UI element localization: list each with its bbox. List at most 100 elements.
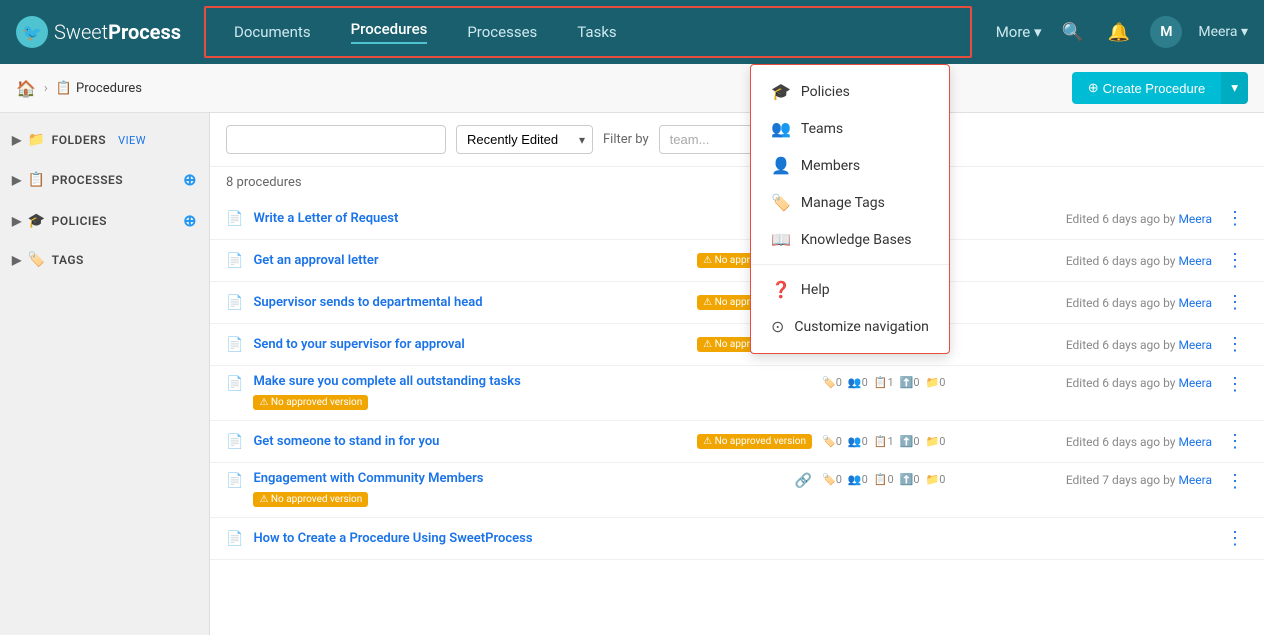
editor-link[interactable]: Meera <box>1178 254 1212 268</box>
teams-count: 👥0 <box>848 435 868 448</box>
proc-more-button[interactable]: ⋮ <box>1222 431 1248 452</box>
teams-count: 👥0 <box>848 376 868 389</box>
tags-count: 🏷️0 <box>822 473 842 486</box>
proc-more-button[interactable]: ⋮ <box>1222 528 1248 549</box>
doc-icon: 📄 <box>226 531 243 547</box>
versions-count: ⬆️0 <box>900 435 920 448</box>
proc-name-row: Write a Letter of Request <box>253 211 812 226</box>
sidebar-item-policies[interactable]: ▶ 🎓 POLICIES ⊕ <box>0 204 209 237</box>
no-approved-badge: ⚠ No approved version <box>253 492 368 507</box>
create-procedure-button[interactable]: ⊕ Create Procedure <box>1072 72 1222 104</box>
proc-name[interactable]: Send to your supervisor for approval <box>253 337 689 352</box>
sidebar-item-folders[interactable]: ▶ 📁 FOLDERS VIEW <box>0 125 209 155</box>
proc-name[interactable]: Supervisor sends to departmental head <box>253 295 689 310</box>
dropdown-knowledge-bases[interactable]: 📖 Knowledge Bases <box>751 221 949 258</box>
logo-area: 🐦 SweetProcess <box>16 16 196 48</box>
proc-more-button[interactable]: ⋮ <box>1222 292 1248 313</box>
proc-edited: Edited 6 days ago by Meera <box>1012 338 1212 352</box>
editor-link[interactable]: Meera <box>1178 473 1212 487</box>
docs-count: 📋0 <box>874 473 894 486</box>
bell-icon[interactable]: 🔔 <box>1104 18 1134 47</box>
sidebar-section-tags: ▶ 🏷️ TAGS <box>0 245 209 275</box>
content-filters: Recently Edited Title A-Z Recently Creat… <box>210 113 1264 167</box>
table-row: 📄 Get an approval letter ⚠ No approved v… <box>210 240 1264 282</box>
nav-items: Documents Procedures Processes Tasks <box>204 6 972 58</box>
dropdown-customize[interactable]: ⊙ Customize navigation <box>751 308 949 345</box>
doc-icon: 📄 <box>226 376 243 392</box>
nav-right: 🔍 🔔 M Meera ▾ <box>1058 16 1249 48</box>
create-procedure-wrapper: ⊕ Create Procedure ▾ <box>1072 72 1248 104</box>
nav-tasks[interactable]: Tasks <box>557 15 636 49</box>
proc-item-content: Engagement with Community Members ⚠ No a… <box>253 471 784 507</box>
logo-text: SweetProcess <box>54 20 181 44</box>
policies-label: POLICIES <box>52 214 107 228</box>
nav-more[interactable]: More ▾ <box>980 15 1058 49</box>
editor-link[interactable]: Meera <box>1178 338 1212 352</box>
proc-name[interactable]: Write a Letter of Request <box>253 211 812 226</box>
main-layout: ▶ 📁 FOLDERS VIEW ▶ 📋 PROCESSES ⊕ ▶ 🎓 POL… <box>0 113 1264 635</box>
processes-icon: 📋 <box>28 172 46 188</box>
proc-name-row: Supervisor sends to departmental head ⚠ … <box>253 295 812 310</box>
dropdown-help[interactable]: ❓ Help <box>751 271 949 308</box>
nav-processes[interactable]: Processes <box>447 15 557 49</box>
folders-count: 📁0 <box>926 435 946 448</box>
proc-name-row: Make sure you complete all outstanding t… <box>253 374 812 389</box>
proc-edited: Edited 6 days ago by Meera <box>1012 254 1212 268</box>
editor-link[interactable]: Meera <box>1178 296 1212 310</box>
proc-name-row: Get an approval letter ⚠ No approved ver… <box>253 253 812 268</box>
nav-documents[interactable]: Documents <box>214 15 331 49</box>
proc-edited: Edited 6 days ago by Meera <box>1012 435 1212 449</box>
processes-add-button[interactable]: ⊕ <box>183 170 197 189</box>
search-icon[interactable]: 🔍 <box>1058 18 1088 47</box>
docs-count: 📋1 <box>874 435 894 448</box>
dropdown-members[interactable]: 👤 Members <box>751 147 949 184</box>
manage-tags-icon: 🏷️ <box>771 193 791 212</box>
proc-more-button[interactable]: ⋮ <box>1222 471 1248 492</box>
breadcrumb: 🏠 › 📋 Procedures ⊕ Create Procedure ▾ <box>0 64 1264 113</box>
tags-count: 🏷️0 <box>822 435 842 448</box>
proc-name[interactable]: Get an approval letter <box>253 253 689 268</box>
proc-name[interactable]: Engagement with Community Members <box>253 471 784 486</box>
sidebar-item-processes[interactable]: ▶ 📋 PROCESSES ⊕ <box>0 163 209 196</box>
create-procedure-dropdown-button[interactable]: ▾ <box>1221 72 1248 104</box>
proc-meta: 🏷️0 👥0 📋1 ⬆️0 📁0 <box>822 435 1002 448</box>
policies-add-button[interactable]: ⊕ <box>183 211 197 230</box>
breadcrumb-home[interactable]: 🏠 <box>16 79 36 98</box>
user-menu[interactable]: Meera ▾ <box>1198 24 1248 40</box>
proc-more-button[interactable]: ⋮ <box>1222 250 1248 271</box>
dropdown-policies[interactable]: 🎓 Policies <box>751 73 949 110</box>
tags-chevron-icon: ▶ <box>12 253 22 267</box>
folders-view-label[interactable]: VIEW <box>118 134 146 147</box>
sidebar-section-policies: ▶ 🎓 POLICIES ⊕ <box>0 204 209 237</box>
proc-name-row: How to Create a Procedure Using SweetPro… <box>253 531 812 546</box>
more-dropdown: 🎓 Policies 👥 Teams 👤 Members 🏷️ Manage T… <box>750 64 950 354</box>
proc-more-button[interactable]: ⋮ <box>1222 208 1248 229</box>
logo-light: Sweet <box>54 20 108 44</box>
table-row: 📄 How to Create a Procedure Using SweetP… <box>210 518 1264 560</box>
editor-link[interactable]: Meera <box>1178 435 1212 449</box>
dropdown-manage-tags[interactable]: 🏷️ Manage Tags <box>751 184 949 221</box>
proc-name[interactable]: How to Create a Procedure Using SweetPro… <box>253 531 812 546</box>
search-input[interactable] <box>226 125 446 154</box>
no-approved-badge: ⚠ No approved version <box>253 395 368 410</box>
proc-name-row: Engagement with Community Members <box>253 471 784 486</box>
dropdown-teams[interactable]: 👥 Teams <box>751 110 949 147</box>
table-row: 📄 Get someone to stand in for you ⚠ No a… <box>210 421 1264 463</box>
sidebar-item-tags[interactable]: ▶ 🏷️ TAGS <box>0 245 209 275</box>
proc-edited: Edited 7 days ago by Meera <box>1012 473 1212 487</box>
proc-item-content: Get someone to stand in for you ⚠ No app… <box>253 434 812 449</box>
editor-link[interactable]: Meera <box>1178 212 1212 226</box>
proc-item-content: Supervisor sends to departmental head ⚠ … <box>253 295 812 310</box>
proc-name[interactable]: Get someone to stand in for you <box>253 434 689 449</box>
proc-more-button[interactable]: ⋮ <box>1222 334 1248 355</box>
proc-name[interactable]: Make sure you complete all outstanding t… <box>253 374 812 389</box>
proc-more-button[interactable]: ⋮ <box>1222 374 1248 395</box>
link-icon: 🔗 <box>795 473 812 489</box>
nav-procedures[interactable]: Procedures <box>331 12 448 52</box>
procedures-list: 📄 Write a Letter of Request Edited 6 day… <box>210 198 1264 560</box>
members-icon: 👤 <box>771 156 791 175</box>
filter-dropdown[interactable]: Recently Edited Title A-Z Recently Creat… <box>456 125 593 154</box>
proc-edited: Edited 6 days ago by Meera <box>1012 296 1212 310</box>
editor-link[interactable]: Meera <box>1178 376 1212 390</box>
proc-item-content: Get an approval letter ⚠ No approved ver… <box>253 253 812 268</box>
